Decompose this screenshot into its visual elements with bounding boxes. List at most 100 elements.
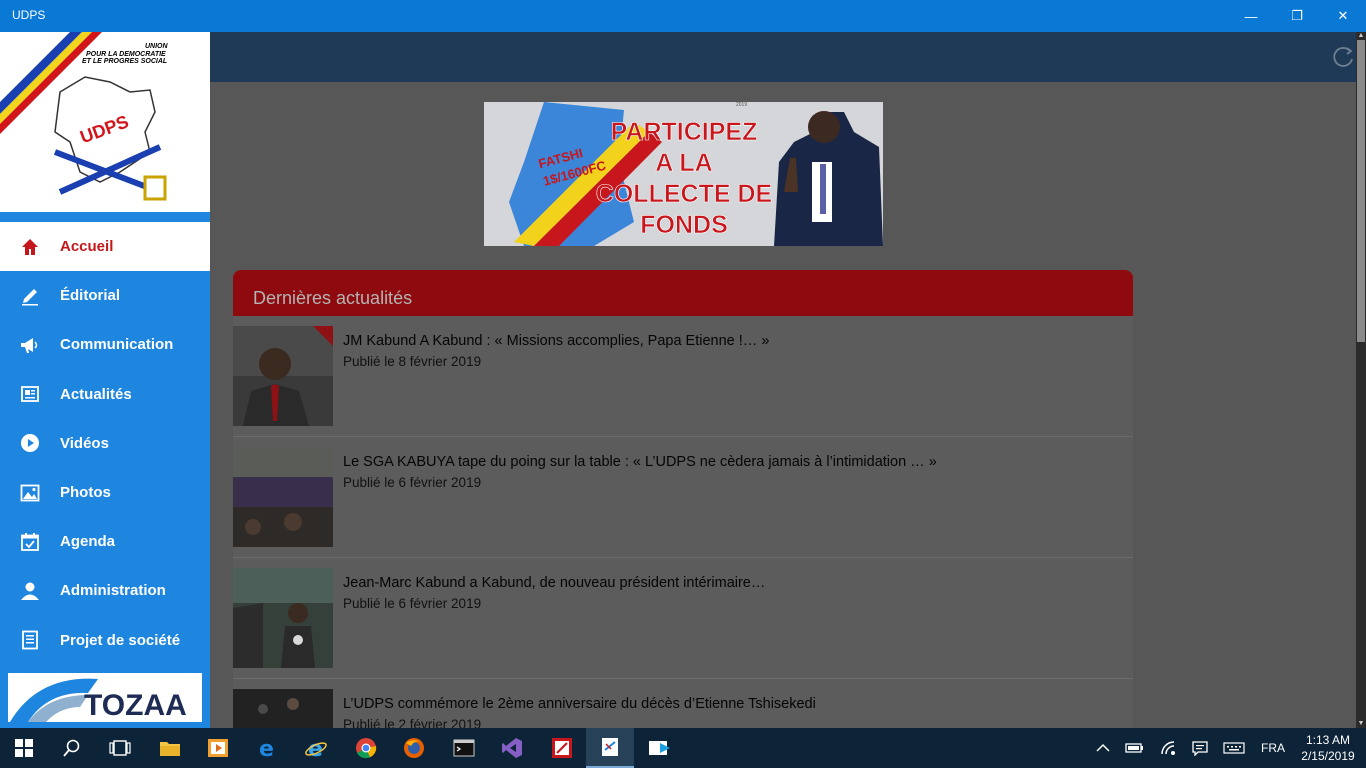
svg-text:e: e: [259, 737, 274, 759]
news-date: Publié le 8 février 2019: [343, 354, 482, 369]
file-explorer-icon[interactable]: [146, 728, 194, 768]
news-date: Publié le 6 février 2019: [343, 475, 482, 490]
news-title[interactable]: Jean-Marc Kabund a Kabund, de nouveau pr…: [343, 575, 765, 591]
refresh-icon: [1333, 47, 1353, 67]
pencil-icon: [0, 286, 60, 306]
news-thumbnail: [233, 447, 333, 547]
paint-icon[interactable]: [538, 728, 586, 768]
udps-logo-graphic: UNION POUR LA DEMOCRATIE ET LE PROGRES S…: [0, 32, 169, 201]
nav-label: Communication: [60, 336, 174, 354]
tozaa-text: TOZAA: [84, 689, 187, 722]
nav-item-photos[interactable]: Photos: [0, 468, 210, 517]
person-icon: [0, 581, 60, 601]
news-item[interactable]: JM Kabund A Kabund : « Missions accompli…: [233, 316, 1133, 437]
task-view-icon[interactable]: [96, 728, 144, 768]
news-thumbnail: [233, 689, 333, 728]
system-clock[interactable]: 1:13 AM 2/15/2019: [1298, 732, 1358, 764]
nav-item-videos[interactable]: Vidéos: [0, 419, 210, 468]
nav-label: Vidéos: [60, 434, 109, 452]
nav-item-actualites[interactable]: Actualités: [0, 370, 210, 419]
megaphone-icon: [0, 335, 60, 355]
chrome-icon[interactable]: [342, 728, 390, 768]
news-item[interactable]: Jean-Marc Kabund a Kabund, de nouveau pr…: [233, 558, 1133, 679]
window-title: UDPS: [12, 8, 46, 22]
windows-start-icon[interactable]: [0, 728, 48, 768]
logo-text-3: ET LE PROGRES SOCIAL: [82, 58, 167, 65]
udps-app-icon[interactable]: [586, 728, 634, 768]
command-prompt-icon[interactable]: [440, 728, 488, 768]
wifi-icon[interactable]: [1156, 728, 1182, 768]
battery-icon[interactable]: [1122, 728, 1148, 768]
nav-item-editorial[interactable]: Éditorial: [0, 271, 210, 320]
home-icon: [0, 237, 60, 257]
close-icon: ✕: [1337, 8, 1349, 23]
calendar-icon: [0, 532, 60, 552]
news-panel-heading: Dernières actualités: [233, 270, 1133, 316]
keyboard-icon[interactable]: [1220, 728, 1248, 768]
refresh-button[interactable]: [1328, 42, 1356, 72]
nav-label: Administration: [60, 582, 166, 600]
news-thumbnail: [233, 568, 333, 668]
nav-item-projet-de-societe[interactable]: Projet de société: [0, 616, 210, 665]
newspaper-icon: [0, 384, 60, 404]
visual-studio-icon[interactable]: [488, 728, 536, 768]
show-hidden-icons-icon[interactable]: [1092, 728, 1114, 768]
image-icon: [0, 483, 60, 503]
notifications-icon[interactable]: [1188, 728, 1212, 768]
banner-headline-4: FONDS: [640, 211, 728, 239]
news-title[interactable]: L’UDPS commémore le 2ème anniversaire du…: [343, 696, 816, 712]
udps-logo[interactable]: UNION POUR LA DEMOCRATIE ET LE PROGRES S…: [0, 32, 210, 212]
news-title[interactable]: JM Kabund A Kabund : « Missions accompli…: [343, 333, 769, 349]
internet-explorer-icon[interactable]: e: [292, 728, 340, 768]
search-icon[interactable]: [48, 728, 96, 768]
logo-text-2: POUR LA DEMOCRATIE: [86, 51, 166, 58]
play-icon: [0, 433, 60, 453]
firefox-icon[interactable]: [390, 728, 438, 768]
news-date: Publié le 6 février 2019: [343, 596, 482, 611]
main-nav: Accueil Éditorial Communication Actualit…: [0, 222, 210, 665]
maximize-icon: ❐: [1291, 8, 1303, 23]
content-topbar: [210, 32, 1356, 82]
scroll-up-icon[interactable]: ▲: [1357, 32, 1365, 40]
scroll-down-icon[interactable]: ▼: [1357, 720, 1365, 728]
nav-label: Actualités: [60, 385, 132, 403]
news-item[interactable]: Le SGA KABUYA tape du poing sur la table…: [233, 437, 1133, 558]
nav-label: Agenda: [60, 533, 116, 551]
news-item[interactable]: L’UDPS commémore le 2ème anniversaire du…: [233, 679, 1133, 728]
close-button[interactable]: ✕: [1320, 0, 1366, 32]
nav-item-communication[interactable]: Communication: [0, 320, 210, 369]
minimize-icon: —: [1244, 8, 1258, 24]
banner-headline-1: PARTICIPEZ: [611, 118, 758, 146]
window-titlebar: UDPS — ❐ ✕: [0, 0, 1366, 32]
maximize-button[interactable]: ❐: [1274, 0, 1320, 32]
nav-label: Projet de société: [60, 631, 181, 649]
clock-date: 2/15/2019: [1301, 749, 1355, 763]
nav-label: Éditorial: [60, 287, 121, 305]
clock-time: 1:13 AM: [1305, 733, 1351, 747]
scrollbar-thumb[interactable]: [1357, 40, 1365, 342]
banner-year: 2019: [736, 102, 747, 108]
store-app-icon[interactable]: [636, 728, 684, 768]
edge-icon[interactable]: e: [244, 728, 292, 768]
vertical-scrollbar[interactable]: ▲ ▼: [1356, 32, 1366, 728]
nav-item-agenda[interactable]: Agenda: [0, 517, 210, 566]
nav-item-accueil[interactable]: Accueil: [0, 222, 210, 272]
nav-label: Accueil: [60, 238, 114, 256]
banner-headline-3: COLLECTE DE: [596, 180, 772, 208]
tozaa-sponsor-logo[interactable]: TOZAA: [8, 673, 202, 722]
logo-text-1: UNION: [145, 43, 169, 50]
news-title[interactable]: Le SGA KABUYA tape du poing sur la table…: [343, 454, 937, 470]
minimize-button[interactable]: —: [1228, 0, 1274, 32]
document-icon: [0, 630, 60, 650]
sidebar: UNION POUR LA DEMOCRATIE ET LE PROGRES S…: [0, 32, 210, 728]
latest-news-panel: Dernières actualités JM Kabund A Kabund …: [233, 270, 1133, 728]
news-thumbnail: [233, 326, 333, 426]
banner-headline-2: A LA: [655, 149, 712, 177]
news-date: Publié le 2 février 2019: [343, 717, 482, 728]
nav-item-administration[interactable]: Administration: [0, 566, 210, 615]
media-player-icon[interactable]: [194, 728, 242, 768]
content-area: FATSHI 1$/1600FC 2019 PARTICIPEZ A LA CO…: [210, 32, 1356, 728]
input-language-indicator[interactable]: FRA: [1256, 728, 1290, 768]
logo-emblem-text: UDPS: [77, 111, 131, 147]
fundraising-banner[interactable]: FATSHI 1$/1600FC 2019 PARTICIPEZ A LA CO…: [484, 102, 883, 246]
